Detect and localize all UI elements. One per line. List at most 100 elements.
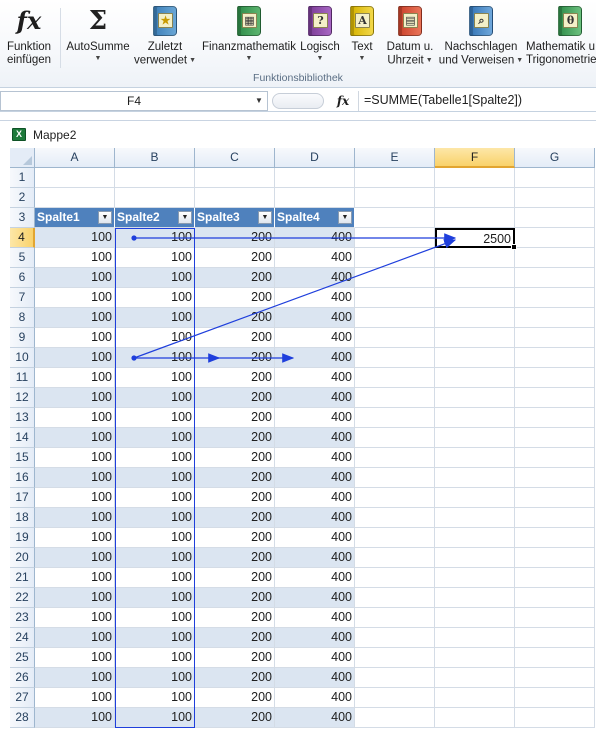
- cell-g28[interactable]: [515, 708, 595, 728]
- row-header-9[interactable]: 9: [10, 328, 35, 348]
- table-cell-b28[interactable]: 100: [115, 708, 195, 728]
- table-header-spalte1[interactable]: Spalte1 ▼: [35, 208, 115, 228]
- table-cell-d20[interactable]: 400: [275, 548, 355, 568]
- cell-e28[interactable]: [355, 708, 435, 728]
- row-header-3[interactable]: 3: [10, 208, 35, 228]
- table-cell-c23[interactable]: 200: [195, 608, 275, 628]
- cell-g2[interactable]: [515, 188, 595, 208]
- cell-g13[interactable]: [515, 408, 595, 428]
- table-cell-a19[interactable]: 100: [35, 528, 115, 548]
- cell-e20[interactable]: [355, 548, 435, 568]
- table-cell-a11[interactable]: 100: [35, 368, 115, 388]
- table-cell-b12[interactable]: 100: [115, 388, 195, 408]
- table-cell-a20[interactable]: 100: [35, 548, 115, 568]
- row-header-12[interactable]: 12: [10, 388, 35, 408]
- cell-e11[interactable]: [355, 368, 435, 388]
- row-header-13[interactable]: 13: [10, 408, 35, 428]
- table-cell-d11[interactable]: 400: [275, 368, 355, 388]
- cell-g14[interactable]: [515, 428, 595, 448]
- table-cell-a27[interactable]: 100: [35, 688, 115, 708]
- table-cell-b26[interactable]: 100: [115, 668, 195, 688]
- cell-f13[interactable]: [435, 408, 515, 428]
- cell-g7[interactable]: [515, 288, 595, 308]
- logical-button[interactable]: ? Logisch ▼: [298, 4, 342, 63]
- table-cell-d13[interactable]: 400: [275, 408, 355, 428]
- cell-e23[interactable]: [355, 608, 435, 628]
- table-cell-b13[interactable]: 100: [115, 408, 195, 428]
- cell-e22[interactable]: [355, 588, 435, 608]
- table-cell-c7[interactable]: 200: [195, 288, 275, 308]
- cell-e21[interactable]: [355, 568, 435, 588]
- table-cell-c11[interactable]: 200: [195, 368, 275, 388]
- cell-g1[interactable]: [515, 168, 595, 188]
- row-header-16[interactable]: 16: [10, 468, 35, 488]
- row-header-26[interactable]: 26: [10, 668, 35, 688]
- cell-e6[interactable]: [355, 268, 435, 288]
- row-header-24[interactable]: 24: [10, 628, 35, 648]
- table-cell-d10[interactable]: 400: [275, 348, 355, 368]
- table-cell-b8[interactable]: 100: [115, 308, 195, 328]
- row-header-10[interactable]: 10: [10, 348, 35, 368]
- column-header-e[interactable]: E: [355, 148, 435, 168]
- fx-icon[interactable]: fx: [332, 92, 354, 110]
- table-header-spalte4[interactable]: Spalte4 ▼: [275, 208, 355, 228]
- cell-f16[interactable]: [435, 468, 515, 488]
- cell-f6[interactable]: [435, 268, 515, 288]
- cell-e14[interactable]: [355, 428, 435, 448]
- row-header-18[interactable]: 18: [10, 508, 35, 528]
- table-cell-c27[interactable]: 200: [195, 688, 275, 708]
- table-cell-d12[interactable]: 400: [275, 388, 355, 408]
- table-cell-d22[interactable]: 400: [275, 588, 355, 608]
- cell-e7[interactable]: [355, 288, 435, 308]
- column-header-b[interactable]: B: [115, 148, 195, 168]
- table-cell-d4[interactable]: 400: [275, 228, 355, 248]
- cell-e18[interactable]: [355, 508, 435, 528]
- table-cell-d27[interactable]: 400: [275, 688, 355, 708]
- column-header-f[interactable]: F: [435, 148, 515, 168]
- table-cell-d17[interactable]: 400: [275, 488, 355, 508]
- cell-e3[interactable]: [355, 208, 435, 228]
- table-cell-a24[interactable]: 100: [35, 628, 115, 648]
- row-header-25[interactable]: 25: [10, 648, 35, 668]
- table-cell-c25[interactable]: 200: [195, 648, 275, 668]
- cell-e13[interactable]: [355, 408, 435, 428]
- cell-f5[interactable]: [435, 248, 515, 268]
- cell-d2[interactable]: [275, 188, 355, 208]
- cell-g6[interactable]: [515, 268, 595, 288]
- cell-f11[interactable]: [435, 368, 515, 388]
- table-header-spalte2[interactable]: Spalte2 ▼: [115, 208, 195, 228]
- table-cell-a12[interactable]: 100: [35, 388, 115, 408]
- table-header-spalte3[interactable]: Spalte3 ▼: [195, 208, 275, 228]
- table-cell-a18[interactable]: 100: [35, 508, 115, 528]
- cell-g24[interactable]: [515, 628, 595, 648]
- row-header-19[interactable]: 19: [10, 528, 35, 548]
- table-cell-b10[interactable]: 100: [115, 348, 195, 368]
- table-cell-b21[interactable]: 100: [115, 568, 195, 588]
- cell-g8[interactable]: [515, 308, 595, 328]
- cell-f10[interactable]: [435, 348, 515, 368]
- cell-f26[interactable]: [435, 668, 515, 688]
- table-cell-b24[interactable]: 100: [115, 628, 195, 648]
- recently-used-button[interactable]: ★ Zuletzt verwendet ▼: [132, 4, 198, 68]
- table-cell-c19[interactable]: 200: [195, 528, 275, 548]
- cell-e8[interactable]: [355, 308, 435, 328]
- cell-f25[interactable]: [435, 648, 515, 668]
- table-cell-a21[interactable]: 100: [35, 568, 115, 588]
- table-cell-c22[interactable]: 200: [195, 588, 275, 608]
- cell-e27[interactable]: [355, 688, 435, 708]
- table-cell-b27[interactable]: 100: [115, 688, 195, 708]
- formula-input[interactable]: =SUMME(Tabelle1[Spalte2]): [358, 91, 596, 111]
- table-cell-a8[interactable]: 100: [35, 308, 115, 328]
- cell-f20[interactable]: [435, 548, 515, 568]
- table-cell-c12[interactable]: 200: [195, 388, 275, 408]
- table-cell-a5[interactable]: 100: [35, 248, 115, 268]
- row-header-14[interactable]: 14: [10, 428, 35, 448]
- table-cell-d26[interactable]: 400: [275, 668, 355, 688]
- table-cell-c8[interactable]: 200: [195, 308, 275, 328]
- date-time-button[interactable]: ▤ Datum u. Uhrzeit ▼: [382, 4, 438, 68]
- cell-e2[interactable]: [355, 188, 435, 208]
- cell-f19[interactable]: [435, 528, 515, 548]
- cell-g27[interactable]: [515, 688, 595, 708]
- row-header-23[interactable]: 23: [10, 608, 35, 628]
- chevron-down-icon[interactable]: ▼: [255, 91, 263, 111]
